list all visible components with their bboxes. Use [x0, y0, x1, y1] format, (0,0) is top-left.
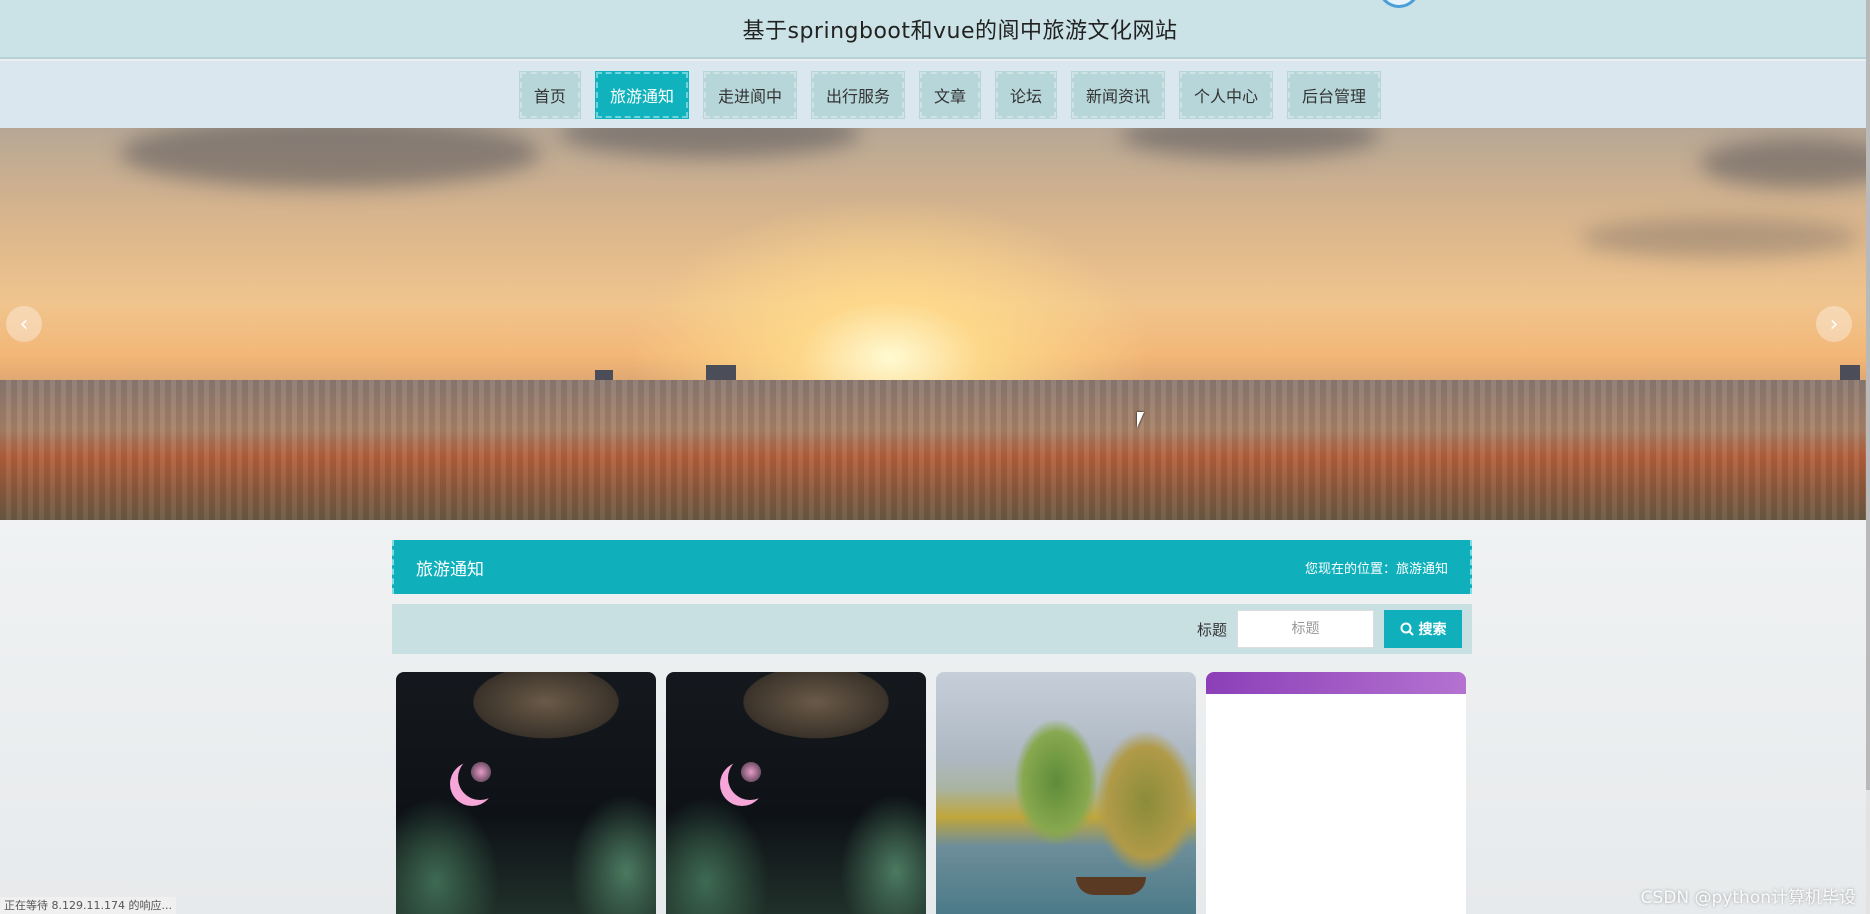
browser-status-text: 正在等待 8.129.11.174 的响应...: [0, 897, 176, 914]
page-title: 旅游通知: [416, 559, 484, 580]
nav-item-articles[interactable]: 文章: [918, 70, 981, 119]
search-label: 标题: [1196, 620, 1227, 639]
search-icon: [1400, 622, 1414, 636]
card-stripe: [1206, 672, 1466, 694]
avatar[interactable]: [1378, 0, 1420, 8]
banner-carousel[interactable]: ‹ ›: [0, 128, 1866, 520]
chevron-left-icon[interactable]: ‹: [6, 306, 42, 342]
mouse-cursor-icon: [1137, 412, 1144, 428]
boat-image: [1076, 877, 1146, 895]
scrollbar-thumb[interactable]: [1866, 0, 1870, 790]
list-item[interactable]: [936, 672, 1196, 914]
breadcrumb: 您现在的位置：旅游通知: [1304, 561, 1448, 577]
banner-cloud: [120, 128, 540, 188]
city-skyline: [0, 380, 1866, 520]
watermark: CSDN @python计算机毕设: [1640, 888, 1856, 908]
search-bar: 标题 搜索: [392, 604, 1472, 654]
nav-item-forum[interactable]: 论坛: [995, 70, 1058, 119]
search-input[interactable]: [1237, 610, 1374, 648]
nav-item-admin[interactable]: 后台管理: [1287, 70, 1382, 119]
scrollbar[interactable]: [1866, 0, 1870, 914]
search-button[interactable]: 搜索: [1384, 610, 1462, 648]
site-header: 基于springboot和vue的阆中旅游文化网站: [0, 0, 1870, 59]
moon-image: [728, 756, 772, 800]
banner-cloud: [560, 128, 860, 158]
section-header: 旅游通知 您现在的位置：旅游通知: [392, 540, 1472, 594]
nav-item-home[interactable]: 首页: [518, 70, 581, 119]
list-item[interactable]: [396, 672, 656, 914]
nav-item-news[interactable]: 新闻资讯: [1071, 70, 1166, 119]
site-title: 基于springboot和vue的阆中旅游文化网站: [742, 18, 1178, 44]
chevron-right-icon[interactable]: ›: [1816, 306, 1852, 342]
list-item[interactable]: [666, 672, 926, 914]
nav-item-travel-service[interactable]: 出行服务: [810, 70, 905, 119]
nav-item-travel-notice[interactable]: 旅游通知: [594, 70, 689, 119]
banner-cloud: [1700, 138, 1866, 188]
main-nav: 首页 旅游通知 走进阆中 出行服务 文章 论坛 新闻资讯 个人中心 后台管理: [0, 61, 1870, 128]
notice-list: [396, 672, 1468, 914]
banner-cloud: [1120, 128, 1380, 158]
nav-item-profile[interactable]: 个人中心: [1179, 70, 1274, 119]
search-button-label: 搜索: [1418, 621, 1447, 637]
banner-cloud: [1580, 218, 1860, 258]
moon-image: [458, 756, 502, 800]
list-item[interactable]: [1206, 672, 1466, 914]
nav-item-about-langzhong[interactable]: 走进阆中: [702, 70, 797, 119]
